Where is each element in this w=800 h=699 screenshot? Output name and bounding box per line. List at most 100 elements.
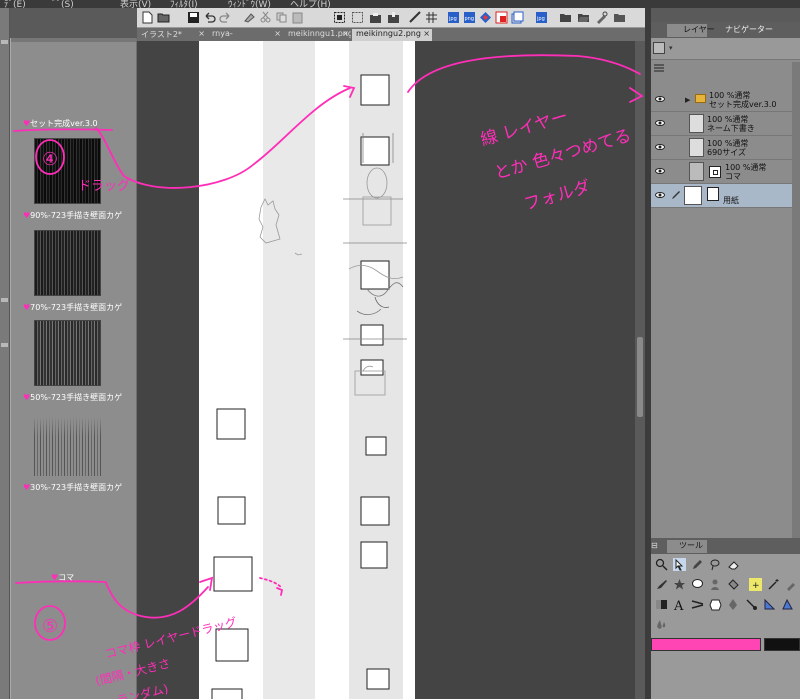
select-all-icon[interactable]	[333, 11, 346, 24]
layer-scrollbar[interactable]	[792, 62, 800, 538]
save-icon[interactable]	[187, 11, 200, 24]
open-folder-icon[interactable]	[157, 11, 170, 24]
lasso-icon[interactable]	[709, 558, 722, 571]
eye-icon[interactable]	[655, 118, 665, 128]
water-drop-icon[interactable]	[655, 618, 668, 631]
canvas-drawing	[199, 41, 415, 699]
pipette-icon[interactable]	[785, 578, 798, 591]
menu-item[interactable]: ﾞﾞ(S)	[52, 0, 74, 8]
folder-extra-icon[interactable]	[613, 11, 626, 24]
layer-icon[interactable]	[495, 11, 508, 24]
undo-icon[interactable]	[203, 11, 216, 24]
chevron-right-icon[interactable]: ▶	[685, 96, 690, 104]
ruler-icon[interactable]	[763, 598, 776, 611]
brush-icon[interactable]	[655, 578, 668, 591]
frame-box	[366, 668, 390, 690]
blend-mode-dropdown[interactable]	[653, 42, 665, 54]
text-tool-icon[interactable]: +	[749, 578, 762, 591]
frame-box	[365, 436, 387, 456]
dock-handle[interactable]	[1, 298, 8, 302]
close-icon[interactable]: ×	[342, 29, 349, 38]
ink-icon[interactable]	[745, 598, 758, 611]
fill-icon[interactable]	[727, 578, 740, 591]
jpg-export-icon[interactable]: jpg	[447, 11, 460, 24]
color-icon[interactable]	[479, 11, 492, 24]
layer-row-paper[interactable]: 用紙	[651, 184, 800, 208]
folder-open-icon[interactable]	[577, 11, 590, 24]
svg-text:png: png	[465, 16, 475, 22]
deselect-icon[interactable]	[351, 11, 364, 24]
gradient-icon[interactable]	[655, 598, 668, 611]
triangle-ruler-icon[interactable]	[781, 598, 794, 611]
paste-icon[interactable]	[291, 11, 304, 24]
layer-stack-icon[interactable]	[511, 11, 524, 24]
canvas-area[interactable]	[137, 41, 635, 699]
eye-icon[interactable]	[655, 94, 665, 104]
tab-meikinngu1[interactable]: meikinngu1.png ×	[284, 29, 351, 41]
tab-tool[interactable]: ツール	[667, 540, 707, 553]
tab-navigator[interactable]: ナビゲーター	[709, 24, 773, 37]
figure-icon[interactable]	[709, 578, 722, 591]
close-icon[interactable]: ×	[198, 29, 205, 38]
command-bar: jpg png jpg	[137, 8, 645, 28]
menu-item[interactable]: ﾌｨﾙﾀ(I)	[170, 0, 198, 8]
lock-icon[interactable]	[653, 62, 665, 74]
menu-item[interactable]: ヘルプ(H)	[290, 0, 331, 8]
tab-illust2[interactable]: イラスト2* ×	[137, 29, 207, 41]
zoom-icon[interactable]	[655, 558, 668, 571]
star-icon[interactable]	[673, 578, 686, 591]
png-export-icon[interactable]: png	[463, 11, 476, 24]
tab-meikinngu2[interactable]: meikinngu2.png ×	[352, 29, 432, 41]
redo-icon[interactable]	[219, 11, 232, 24]
dock-handle[interactable]	[1, 343, 8, 347]
eye-icon[interactable]	[655, 166, 665, 176]
scrollbar-thumb[interactable]	[637, 337, 643, 417]
layer-row-frame[interactable]: 100 %通常 コマ	[651, 160, 800, 184]
text-icon[interactable]: A	[673, 598, 686, 611]
balloon-icon[interactable]	[691, 578, 704, 591]
chevron-down-icon[interactable]: ▾	[669, 44, 673, 52]
close-icon[interactable]: ×	[274, 29, 281, 38]
sub-color-swatch[interactable]	[764, 638, 800, 651]
canvas-vertical-scrollbar[interactable]	[635, 41, 645, 699]
left-dock-strip	[0, 8, 10, 699]
close-icon[interactable]: ×	[423, 29, 430, 38]
menu-item[interactable]: 表示(V)	[120, 0, 151, 8]
frame-box	[360, 324, 384, 346]
layer-row-name-draft[interactable]: 100 %通常 ネーム下書き	[651, 112, 800, 136]
main-color-swatch[interactable]	[651, 638, 761, 651]
frame-cut-icon[interactable]	[691, 598, 704, 611]
svg-text:jpg: jpg	[536, 16, 545, 22]
snap-ruler-icon[interactable]	[409, 11, 422, 24]
cut-icon[interactable]	[259, 11, 272, 24]
menu-item[interactable]: ﾃﾞ(E)	[4, 0, 26, 8]
menu-item[interactable]: ｳｨﾝﾄﾞｳ(W)	[228, 0, 271, 8]
layer-row-folder[interactable]: ▶ 100 %通常 セット完成ver.3.0	[651, 88, 800, 112]
wand-icon[interactable]	[767, 578, 780, 591]
layer-row-690size[interactable]: 100 %通常 690サイズ	[651, 136, 800, 160]
frame-box	[216, 408, 246, 440]
tab-layer[interactable]: レイヤー	[667, 24, 715, 37]
polygon-icon[interactable]	[709, 598, 722, 611]
eraser-icon[interactable]	[727, 558, 740, 571]
tab-rnya[interactable]: rnya- ×	[208, 29, 283, 41]
import-icon[interactable]	[369, 11, 382, 24]
export-icon[interactable]	[387, 11, 400, 24]
dock-handle[interactable]	[1, 40, 8, 44]
copy-icon[interactable]	[275, 11, 288, 24]
settings-icon[interactable]	[595, 11, 608, 24]
pen-icon[interactable]	[671, 190, 681, 200]
snap-grid-icon[interactable]	[425, 11, 438, 24]
document-tabs: イラスト2* × rnya- × meikinngu1.png × meikinngu…	[137, 28, 645, 41]
eye-icon[interactable]	[655, 142, 665, 152]
panel-menu-icon[interactable]: ⊟	[651, 541, 667, 551]
clear-icon[interactable]	[243, 11, 256, 24]
pen-icon[interactable]	[691, 558, 704, 571]
eye-icon[interactable]	[655, 190, 665, 200]
layer-thumbnail	[689, 138, 704, 157]
pen-tool-icon[interactable]	[727, 598, 740, 611]
new-file-icon[interactable]	[141, 11, 154, 24]
jpg-output-icon[interactable]: jpg	[535, 11, 548, 24]
move-icon[interactable]	[673, 558, 686, 571]
folder-icon[interactable]	[559, 11, 572, 24]
